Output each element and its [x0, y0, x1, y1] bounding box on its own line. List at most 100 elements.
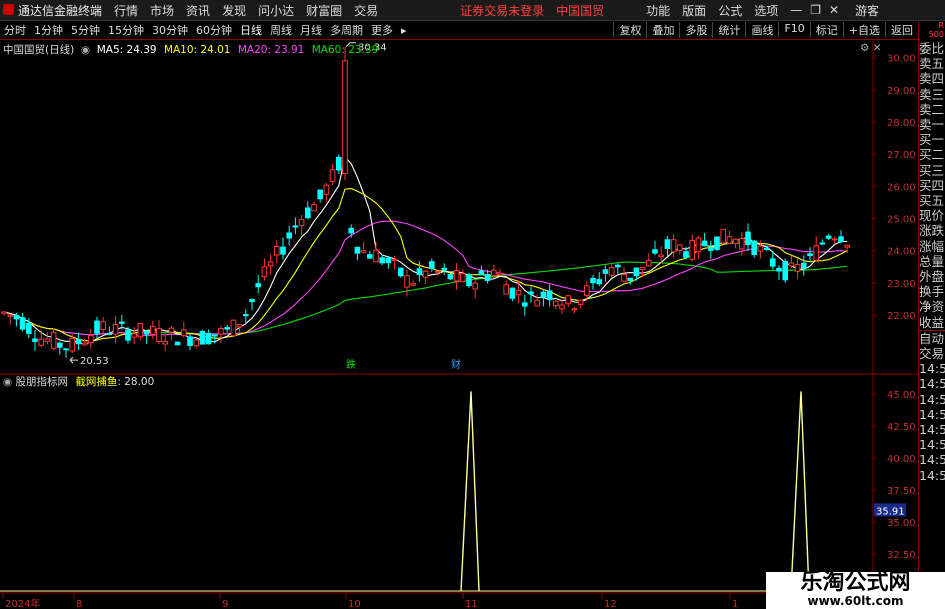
candle-body	[689, 239, 696, 260]
menu-item-discover[interactable]: 发现	[222, 2, 246, 19]
btn-adjust[interactable]: 复权	[613, 22, 646, 38]
indicator-name: 截网捕鱼	[75, 376, 118, 388]
period-monthly[interactable]: 月线	[296, 22, 326, 38]
candle-body	[652, 249, 658, 254]
candle-body	[336, 156, 342, 171]
quote-label-change-pct: 涨幅	[919, 238, 945, 254]
menu-item-market-quotes[interactable]: 行情	[114, 2, 138, 19]
btn-back[interactable]: 返回	[885, 22, 918, 38]
minimize-icon[interactable]: —	[790, 3, 802, 17]
restore-icon[interactable]: ❐	[810, 3, 821, 17]
pane-close-icon[interactable]: ✕	[873, 42, 882, 54]
period-1min[interactable]: 1分钟	[30, 22, 67, 38]
btn-mark[interactable]: 标记	[809, 22, 843, 38]
candle-body	[664, 239, 671, 249]
btn-stats[interactable]: 统计	[712, 22, 745, 38]
btn-f10[interactable]: F10	[778, 22, 809, 38]
period-30min[interactable]: 30分钟	[148, 22, 192, 38]
candle-body	[156, 328, 162, 343]
candle-body	[701, 240, 708, 247]
candle-body	[807, 253, 813, 257]
candle-body	[751, 240, 758, 255]
app-logo-icon	[3, 4, 14, 15]
btn-draw[interactable]: 画线	[745, 22, 778, 38]
candle-body	[435, 270, 441, 273]
candle-body	[590, 277, 596, 284]
xtick-label: 2024年	[5, 597, 40, 609]
candle-body	[788, 262, 795, 267]
candlesticks	[1, 46, 851, 358]
quote-label-ask1: 卖一	[919, 117, 945, 133]
period-weekly[interactable]: 周线	[266, 22, 296, 38]
candle-body	[410, 283, 416, 286]
tick-time: 14:56	[919, 376, 945, 392]
stock-name: 中国国贸	[556, 3, 605, 18]
settings-circle-icon[interactable]: ◉	[3, 376, 16, 388]
sub-pane-header: ◉ 股朋指标网 截网捕鱼: 28.00	[3, 374, 154, 389]
candle-body	[32, 338, 38, 342]
candle-body	[100, 321, 107, 330]
menu-item-ask-xiaoda[interactable]: 问小达	[258, 2, 294, 19]
btn-multi-stock[interactable]: 多股	[679, 22, 712, 38]
menu-item-trade[interactable]: 交易	[354, 2, 378, 19]
guest-label[interactable]: 游客	[855, 2, 879, 19]
btn-overlay[interactable]: 叠加	[646, 22, 679, 38]
period-intraday[interactable]: 分时	[0, 22, 30, 38]
menu-item-market[interactable]: 市场	[150, 2, 174, 19]
candle-body	[63, 348, 69, 351]
quote-label-bid1: 买一	[919, 132, 945, 148]
menu-item-wealth-circle[interactable]: 财富圈	[306, 2, 342, 19]
period-more[interactable]: 更多	[367, 22, 397, 38]
period-60min[interactable]: 60分钟	[192, 22, 236, 38]
sub-ytick-label: 45.00	[887, 390, 916, 401]
menu-options[interactable]: 选项	[754, 2, 778, 19]
quote-label-trade[interactable]: 交易	[919, 346, 945, 361]
candle-body	[317, 189, 323, 200]
low-marker	[69, 356, 78, 364]
candle-body	[106, 333, 113, 336]
period-5min[interactable]: 5分钟	[67, 22, 104, 38]
login-notice[interactable]: 证券交易未登录	[460, 2, 544, 19]
menu-functions[interactable]: 功能	[646, 2, 670, 19]
candle-body	[571, 308, 578, 311]
candle-body	[391, 258, 398, 262]
quote-label-bid5: 买五	[919, 193, 945, 209]
settings-gear-icon[interactable]: ⚙	[860, 42, 869, 54]
candle-body	[50, 332, 57, 349]
settings-circle-icon[interactable]: ◉	[78, 44, 94, 56]
menu-formula[interactable]: 公式	[718, 2, 742, 19]
candle-body	[354, 246, 361, 254]
xtick-label: 11	[465, 599, 478, 609]
menu-item-news[interactable]: 资讯	[186, 2, 210, 19]
kline-chart[interactable]: 30.00 29.00 28.00 27.00 26.00 25.00 24.00 23.00…	[0, 41, 918, 609]
quote-label-auto[interactable]: 自动	[919, 329, 945, 346]
sub-ytick-label: 42.50	[887, 422, 916, 433]
more-arrow-icon[interactable]: ▸	[397, 24, 411, 37]
period-multi[interactable]: 多周期	[326, 22, 367, 38]
candle-body	[584, 285, 590, 297]
candle-body	[243, 314, 249, 317]
candle-body	[646, 259, 652, 267]
candle-body	[150, 325, 156, 335]
candle-body	[695, 237, 702, 253]
candle-body	[379, 257, 385, 264]
candle-body	[373, 249, 379, 263]
candle-body	[522, 302, 528, 307]
candle-body	[205, 332, 212, 345]
menu-layout[interactable]: 版面	[682, 2, 706, 19]
ma10-label: MA10: 24.01	[163, 44, 231, 56]
period-15min[interactable]: 15分钟	[104, 22, 148, 38]
period-daily[interactable]: 日线	[236, 22, 266, 38]
candle-body	[236, 324, 243, 328]
candle-body	[94, 320, 100, 334]
quote-label-bid3: 买三	[919, 162, 945, 178]
candle-body	[497, 272, 503, 276]
quote-label-ask2: 卖二	[919, 101, 945, 117]
candle-body	[119, 321, 125, 324]
xtick-label: 1	[732, 599, 738, 609]
btn-add-watchlist[interactable]: +自选	[842, 22, 885, 38]
candle-body	[546, 290, 553, 301]
close-icon[interactable]: ✕	[829, 3, 839, 17]
ytick-label: 25.00	[887, 215, 916, 226]
candle-body	[88, 335, 94, 344]
